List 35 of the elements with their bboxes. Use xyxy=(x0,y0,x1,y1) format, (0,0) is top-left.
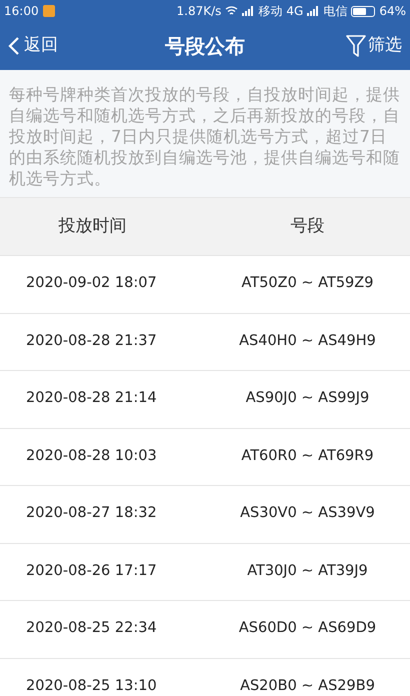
table-cell-text: 2020-08-27 18:32 xyxy=(25,504,158,524)
signal-icon xyxy=(307,6,320,16)
notice-text: 每种号牌种类首次投放的号段，自投放时间起，提供自编选号和随机选号方式，之后再新投放的号段，自投放时间起，7日内只提供随机选号方式，超过7日的由系统随机投放到自编选号池，提供自编选号和随机选号方式。 xyxy=(9,84,401,189)
column-header: 号段 xyxy=(290,214,326,238)
app-notification-icon xyxy=(42,5,55,17)
table-cell-text: 2020-09-02 18:07 xyxy=(25,274,158,294)
battery-text: 64% xyxy=(379,3,406,20)
page-title: 号段公布 xyxy=(164,33,246,60)
funnel-icon xyxy=(346,35,366,57)
table-cell-text: AS30V0 ~ AS39V9 xyxy=(239,504,376,524)
network-text: 4G xyxy=(286,3,304,20)
battery-icon xyxy=(351,6,376,16)
table-cell-text: AT50Z0 ~ AT59Z9 xyxy=(240,274,374,294)
table-cell-text: 2020-08-25 13:10 xyxy=(25,676,158,696)
table-cell-text: AS60D0 ~ AS69D9 xyxy=(238,619,378,638)
table-cell-text: 2020-08-28 21:37 xyxy=(25,332,158,351)
signal-icon xyxy=(242,6,254,16)
back-chevron-icon xyxy=(8,36,20,56)
speed-text: 1.87K/s xyxy=(176,3,222,20)
wifi-icon xyxy=(225,6,238,16)
table-cell-text: 2020-08-25 22:34 xyxy=(25,619,158,638)
table-cell-text: AS40H0 ~ AS49H9 xyxy=(238,332,377,351)
carrier-text: 移动 xyxy=(258,3,282,20)
table-cell-text: 2020-08-28 21:14 xyxy=(25,389,158,408)
table-cell-text: AT60R0 ~ AT69R9 xyxy=(240,446,375,466)
table-cell-text: AS20B0 ~ AS29B9 xyxy=(239,676,376,696)
column-header: 投放时间 xyxy=(58,214,128,238)
table-cell-text: 2020-08-28 10:03 xyxy=(25,446,158,466)
table-cell-text: AS90J0 ~ AS99J9 xyxy=(244,389,370,408)
clock-text: 16:00 xyxy=(4,3,39,20)
table-cell-text: AT30J0 ~ AT39J9 xyxy=(246,562,369,581)
carrier-text: 电信 xyxy=(323,3,348,20)
filter-button[interactable]: 筛选 xyxy=(312,33,402,59)
back-button[interactable]: 返回 xyxy=(8,33,98,59)
table-cell-text: 2020-08-26 17:17 xyxy=(25,562,158,581)
